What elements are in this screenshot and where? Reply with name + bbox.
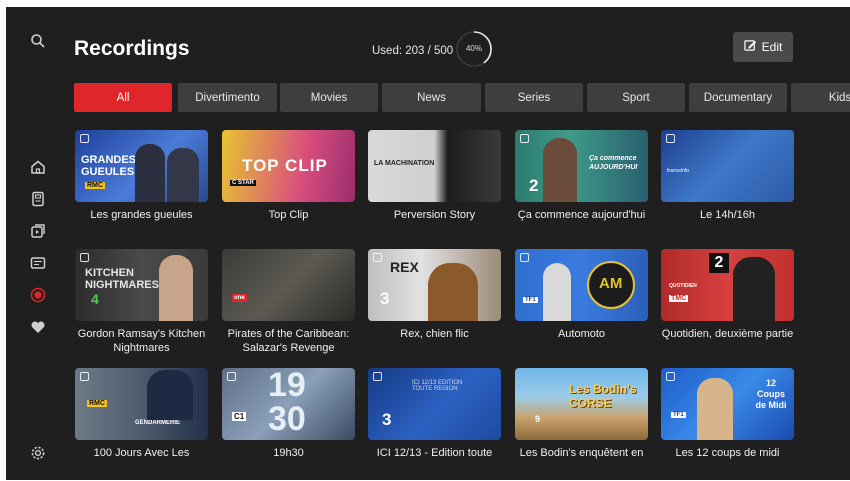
recording-title: 100 Jours Avec Les	[93, 447, 190, 459]
storage-used-text: Used: 203 / 500	[372, 45, 454, 57]
recordings-icon[interactable]	[28, 285, 48, 305]
recording-title: Les 12 coups de midi	[675, 447, 780, 459]
recording-title: Le 14h/16h	[699, 209, 756, 221]
recording-card[interactable]: AM TF1 Automoto	[515, 249, 648, 341]
recording-card[interactable]: GRANDES GUEULES RMC Les grandes gueules	[75, 130, 208, 222]
recording-title: Perversion Story	[393, 209, 476, 221]
recording-card[interactable]: 12 Coups de Midi TF1 Les 12 coups de mid…	[661, 368, 794, 460]
recording-thumbnail: Les Bodin's CORSE 9	[515, 368, 648, 440]
library-icon[interactable]	[28, 221, 48, 241]
recording-icon	[666, 372, 675, 381]
recording-thumbnail: AM TF1	[515, 249, 648, 321]
search-icon[interactable]	[28, 31, 48, 51]
recording-icon	[80, 253, 89, 262]
recording-icon	[373, 253, 382, 262]
recording-card[interactable]: GENDARMERIE RMC 100 Jours Avec Les	[75, 368, 208, 460]
guide-icon[interactable]	[28, 189, 48, 209]
recording-card[interactable]: one Pirates of the Caribbean: Salazar's …	[222, 249, 355, 355]
recording-title: 19h30	[273, 447, 304, 459]
tab-all[interactable]: All	[74, 83, 172, 112]
tab-documentary[interactable]: Documentary	[689, 83, 787, 112]
recording-card[interactable]: Les Bodin's CORSE 9 Les Bodin's enquêten…	[515, 368, 648, 460]
recording-title: Ça commence aujourd'hui	[517, 209, 646, 221]
recording-title: Top Clip	[268, 209, 309, 221]
tab-series[interactable]: Series	[485, 83, 583, 112]
recording-thumbnail: LA MACHINATION	[368, 130, 501, 202]
recording-thumbnail: QUOTIDIEN TMC 2	[661, 249, 794, 321]
recording-icon	[227, 372, 236, 381]
edit-label: Edit	[761, 40, 783, 54]
recording-title: Automoto	[557, 328, 606, 340]
recording-thumbnail: one	[222, 249, 355, 321]
storage-usage-percent: 40%	[465, 44, 482, 53]
recording-card[interactable]: KITCHEN NIGHTMARES 4 Gordon Ramsay's Kit…	[75, 249, 208, 355]
recording-title: Gordon Ramsay's Kitchen Nightmares	[77, 328, 206, 354]
storage-usage-ring: 40%	[454, 29, 494, 69]
favorites-icon[interactable]	[28, 317, 48, 337]
page-title: Recordings	[74, 37, 190, 60]
recording-thumbnail: ICI 12/13 EDITION TOUTE REGION 3	[368, 368, 501, 440]
recording-card[interactable]: 19 30 C1 19h30	[222, 368, 355, 460]
recording-thumbnail: franceinfo	[661, 130, 794, 202]
app-screen: Recordings Used: 203 / 500 40% Edit All …	[6, 7, 850, 480]
recording-thumbnail: KITCHEN NIGHTMARES 4	[75, 249, 208, 321]
tab-news[interactable]: News	[382, 83, 481, 112]
edit-icon	[743, 39, 757, 55]
tab-divertimento[interactable]: Divertimento	[178, 83, 277, 112]
recording-thumbnail: Ça commence AUJOURD'HUI 2	[515, 130, 648, 202]
recording-icon	[80, 134, 89, 143]
recording-card[interactable]: ICI 12/13 EDITION TOUTE REGION 3 ICI 12/…	[368, 368, 501, 460]
category-tabs: All Divertimento Movies News Series Spor…	[74, 83, 850, 112]
recording-icon	[80, 372, 89, 381]
recording-title: Pirates of the Caribbean: Salazar's Reve…	[227, 328, 350, 354]
recording-thumbnail: TOP CLIP C STAR	[222, 130, 355, 202]
sidebar	[6, 7, 70, 480]
recording-title: Quotidien, deuxième partie	[661, 328, 794, 340]
recording-card[interactable]: franceinfo Le 14h/16h	[661, 130, 794, 222]
recording-thumbnail: GENDARMERIE RMC	[75, 368, 208, 440]
home-icon[interactable]	[28, 157, 48, 177]
recording-icon	[520, 253, 529, 262]
recording-card[interactable]: TOP CLIP C STAR Top Clip	[222, 130, 355, 222]
settings-icon[interactable]	[28, 443, 48, 463]
tab-movies[interactable]: Movies	[280, 83, 378, 112]
edit-button[interactable]: Edit	[733, 32, 793, 62]
recording-title: ICI 12/13 - Edition toute	[376, 447, 493, 459]
recording-title: Les Bodin's enquêtent en	[519, 447, 644, 459]
recording-thumbnail: GRANDES GUEULES RMC	[75, 130, 208, 202]
tab-kids[interactable]: Kids	[791, 83, 850, 112]
recording-card[interactable]: LA MACHINATION Perversion Story	[368, 130, 501, 222]
tab-sport[interactable]: Sport	[587, 83, 685, 112]
recording-icon	[373, 372, 382, 381]
recording-card[interactable]: REX 3 Rex, chien flic	[368, 249, 501, 341]
recording-thumbnail: 19 30 C1	[222, 368, 355, 440]
recording-card[interactable]: Ça commence AUJOURD'HUI 2 Ça commence au…	[515, 130, 648, 222]
tv-channels-icon[interactable]	[28, 253, 48, 273]
recording-icon	[520, 134, 529, 143]
recording-title: Rex, chien flic	[400, 328, 469, 340]
recording-card[interactable]: QUOTIDIEN TMC 2 Quotidien, deuxième part…	[661, 249, 794, 341]
recording-thumbnail: 12 Coups de Midi TF1	[661, 368, 794, 440]
recording-title: Les grandes gueules	[90, 209, 193, 221]
recording-thumbnail: REX 3	[368, 249, 501, 321]
recording-icon	[666, 134, 675, 143]
